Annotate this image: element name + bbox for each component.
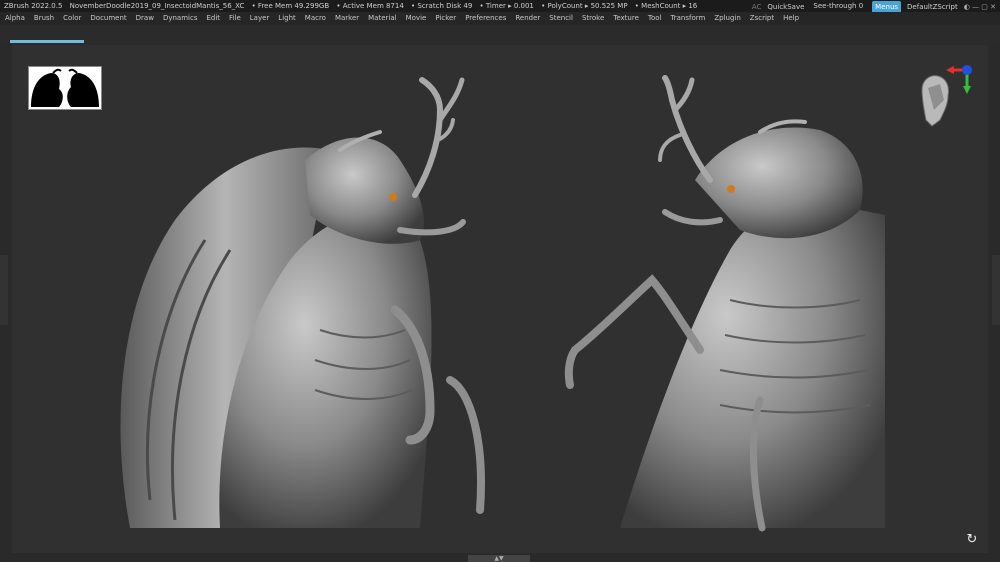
refresh-icon[interactable]: ↻ (964, 532, 980, 548)
bottom-tray-handle[interactable]: ▲▼ (468, 555, 530, 562)
thumbnail-navigator[interactable] (28, 66, 102, 110)
right-creature (564, 75, 885, 532)
left-creature (120, 77, 485, 528)
thumbnail-preview-icon (29, 67, 101, 109)
head-gizmo-icon (921, 65, 972, 127)
sculpt-model-render (120, 75, 885, 532)
navigation-gizmo[interactable] (910, 60, 980, 135)
